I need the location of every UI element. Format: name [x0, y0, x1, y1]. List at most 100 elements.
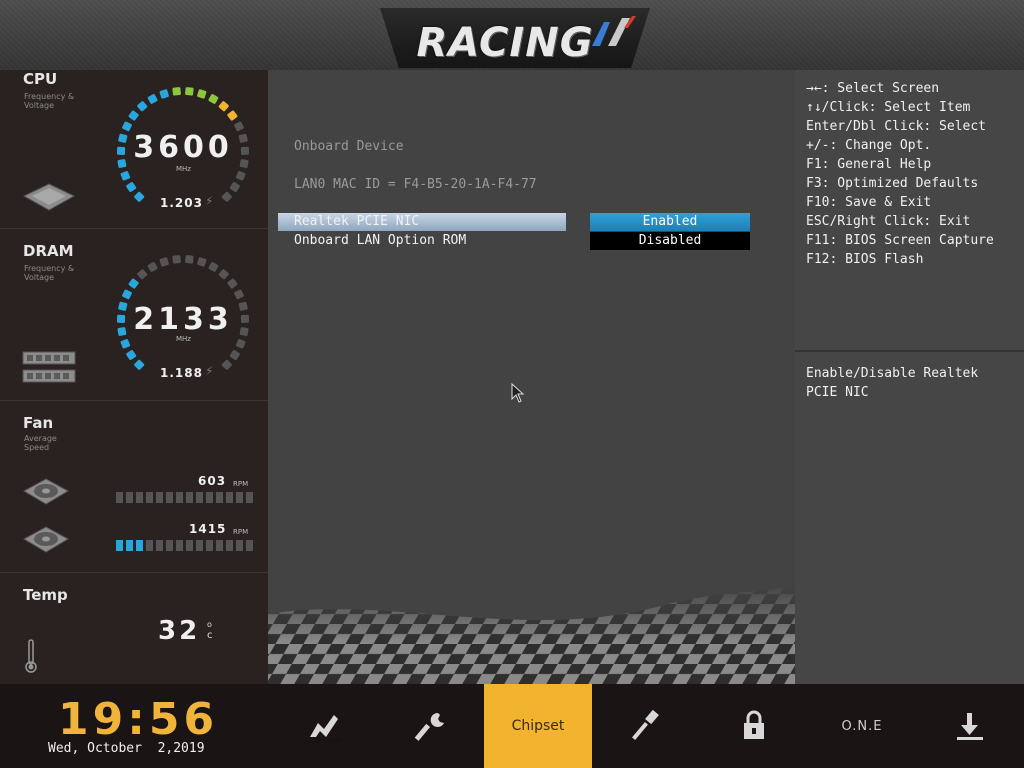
help-line-select: Enter/Dbl Click: Select: [806, 119, 987, 134]
download-icon: [957, 713, 983, 740]
wrench-icon: [414, 712, 444, 741]
dram-subtitle-2: Voltage: [24, 273, 55, 282]
fan-1-bar-segment: [156, 492, 163, 503]
dram-gauge-segment: [208, 262, 219, 272]
cpu-gauge-segment: [235, 171, 246, 181]
dram-gauge-segment: [120, 339, 131, 349]
fan-2-bar-segment: [156, 540, 163, 551]
dram-gauge-segment: [128, 278, 139, 289]
item-description-line-2: PCIE NIC: [806, 385, 869, 400]
fan-2-bar-segment: [196, 540, 203, 551]
cpu-gauge-segment: [172, 87, 181, 96]
tab-one[interactable]: O.N.E: [808, 684, 916, 768]
dram-gauge-segment: [235, 339, 246, 349]
key-help-box: →←: Select Screen ↑↓/Click: Select Item …: [795, 70, 1024, 352]
cpu-gauge-segment: [221, 191, 232, 202]
cpu-gauge-segment: [229, 182, 240, 192]
cpu-chip-icon: [22, 183, 76, 211]
lock-icon: [744, 710, 764, 739]
fan-2-bar-segment: [246, 540, 253, 551]
fan-1-rpm: 603: [198, 474, 227, 488]
cpu-gauge-segment: [147, 94, 158, 104]
dram-gauge-segment: [126, 350, 137, 360]
fan-1-bar-segment: [136, 492, 143, 503]
clock-date: Wed, October 2,2019: [48, 741, 205, 756]
dram-section: DRAM Frequency & Voltage 2133 MHz 1.188 …: [0, 228, 268, 401]
checkered-flag-background: [268, 584, 795, 684]
dram-subtitle-1: Frequency &: [24, 264, 75, 273]
cpu-gauge-segment: [128, 110, 139, 121]
cpu-gauge-segment: [185, 87, 194, 96]
checkered-flag-fade: [268, 584, 795, 684]
help-line-general-help: F1: General Help: [806, 157, 932, 172]
clock-time: 19:56: [58, 694, 219, 745]
dram-voltage-icon: ⚡: [205, 364, 214, 378]
cpu-voltage-value: 1.203: [160, 196, 203, 210]
fan-1-bar-segment: [216, 492, 223, 503]
cpu-gauge-segment: [126, 182, 137, 192]
cpu-gauge-segment: [159, 89, 169, 99]
dram-frequency-unit: MHz: [176, 335, 191, 343]
dram-gauge-segment: [197, 257, 207, 267]
temp-title: Temp: [23, 586, 68, 604]
temp-unit: c: [207, 630, 213, 641]
tab-chipset-label: Chipset: [511, 718, 565, 734]
cpu-gauge-segment: [218, 101, 229, 112]
cpu-section: CPU Frequency & Voltage 3600 MHz 1.203 ⚡: [0, 70, 268, 229]
dram-gauge-segment: [227, 278, 238, 289]
cpu-subtitle-2: Voltage: [24, 101, 55, 110]
dram-gauge-segment: [218, 269, 229, 280]
tab-advanced[interactable]: [378, 684, 486, 768]
realtek-pcie-nic-item[interactable]: Realtek PCIE NIC: [278, 213, 566, 231]
fan-2-bar-segment: [126, 540, 133, 551]
cpu-gauge-segment: [134, 191, 145, 202]
help-line-select-screen: →←: Select Screen: [806, 81, 940, 96]
fan-2-icon: [22, 526, 70, 553]
fan-1-bar-segment: [246, 492, 253, 503]
fan-1-bar-segment: [126, 492, 133, 503]
temp-value: 32: [158, 616, 201, 646]
fan-1-bar-segment: [166, 492, 173, 503]
fan-2-bar-segment: [166, 540, 173, 551]
cpu-subtitle-1: Frequency &: [24, 92, 75, 101]
cpu-gauge-segment: [137, 101, 148, 112]
cpu-gauge-segment: [208, 94, 219, 104]
tool-icon: [632, 709, 659, 740]
help-line-screen-capture: F11: BIOS Screen Capture: [806, 233, 994, 248]
cpu-gauge-segment: [120, 171, 131, 181]
fan-2-bar-segment: [226, 540, 233, 551]
fan-1-bar-segment: [206, 492, 213, 503]
lan-mac-id: LAN0 MAC ID = F4-B5-20-1A-F4-77: [294, 177, 537, 192]
onboard-lan-option-rom-item[interactable]: Onboard LAN Option ROM: [278, 232, 566, 250]
fan-section: Fan Average Speed 603 RPM 1415 RPM: [0, 400, 268, 573]
thermometer-icon: [25, 639, 37, 673]
dram-gauge-segment: [159, 257, 169, 267]
tab-tools[interactable]: [592, 684, 700, 768]
tab-exit[interactable]: [916, 684, 1024, 768]
fan-1-bar-segment: [236, 492, 243, 503]
help-line-change-opt: +/-: Change Opt.: [806, 138, 932, 153]
realtek-pcie-nic-value[interactable]: Enabled: [590, 213, 750, 231]
fan-2-bar-segment: [176, 540, 183, 551]
fan-2-bar-segment: [186, 540, 193, 551]
fan-subtitle-2: Speed: [24, 443, 50, 452]
fan-1-bar-segment: [116, 492, 123, 503]
tab-security[interactable]: [700, 684, 808, 768]
fan-1-icon: [22, 478, 70, 505]
onboard-lan-option-rom-value[interactable]: Disabled: [590, 232, 750, 250]
section-title: Onboard Device: [294, 139, 404, 154]
fan-2-bar-segment: [116, 540, 123, 551]
fan-1-bar-segment: [186, 492, 193, 503]
cpu-frequency-unit: MHz: [176, 165, 191, 173]
tab-performance[interactable]: [270, 684, 378, 768]
fan-2-bar-segment: [216, 540, 223, 551]
dram-gauge-segment: [229, 350, 240, 360]
dram-gauge-segment: [185, 255, 194, 264]
logo-mark-icon: [592, 16, 636, 46]
temp-degree-icon: o: [207, 620, 212, 629]
hardware-monitor-panel: CPU Frequency & Voltage 3600 MHz 1.203 ⚡…: [0, 70, 268, 684]
dram-voltage-value: 1.188: [160, 366, 203, 380]
fan-title: Fan: [23, 414, 54, 432]
dram-gauge-segment: [234, 289, 244, 300]
tab-chipset[interactable]: Chipset: [484, 684, 592, 768]
